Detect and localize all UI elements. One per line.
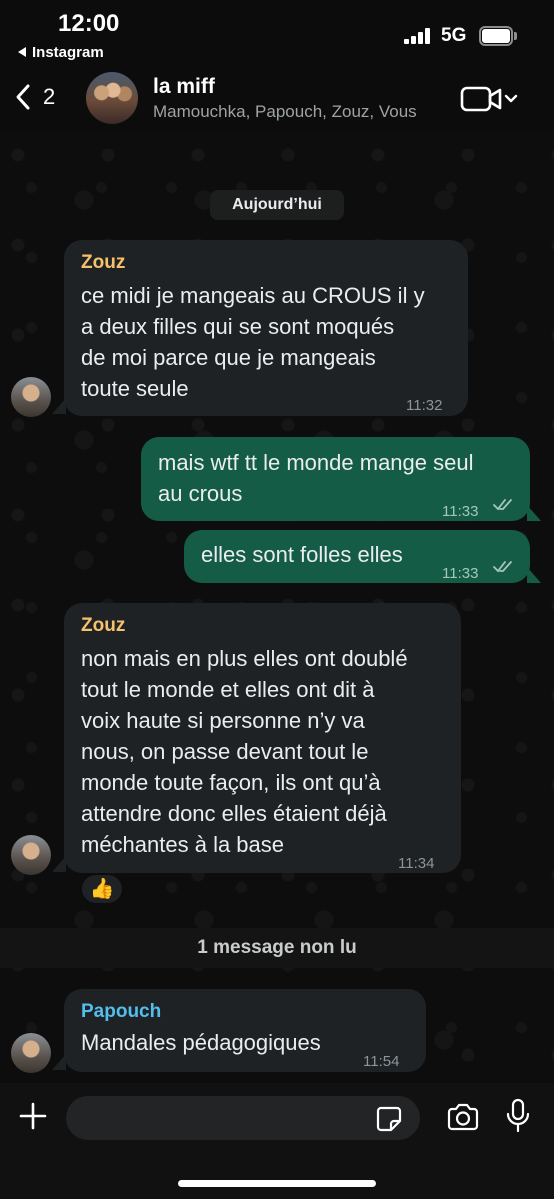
sticker-icon[interactable] [375, 1105, 403, 1133]
status-time: 12:00 [58, 10, 120, 37]
message-line: nous, on passe devant tout le [81, 739, 369, 764]
message-line: a deux filles qui se sont moqués [81, 314, 395, 339]
avatar[interactable] [11, 377, 51, 417]
message-bubble[interactable]: Papouch Mandales pédagogiques 11:54 [64, 989, 426, 1072]
message-line: voix haute si personne n’y va [81, 708, 365, 733]
group-name[interactable]: la miff [153, 75, 215, 99]
message-line: monde toute façon, ils ont qu’à [81, 770, 381, 795]
message-sender: Zouz [81, 252, 126, 273]
message-line: attendre donc elles étaient déjà [81, 801, 387, 826]
message-time: 11:54 [363, 1053, 400, 1070]
message-time: 11:34 [398, 855, 435, 872]
message-text: non mais en plus elles ont doublé tout l… [81, 643, 459, 860]
message-bubble[interactable]: Zouz non mais en plus elles ont doublé t… [64, 603, 461, 873]
group-members[interactable]: Mamouchka, Papouch, Zouz, Vous [153, 102, 417, 122]
message-line: toute seule [81, 376, 189, 401]
read-ticks-icon [493, 499, 512, 511]
avatar[interactable] [11, 835, 51, 875]
message-line: tout le monde et elles ont dit à [81, 677, 375, 702]
unread-chats-count[interactable]: 2 [43, 84, 55, 110]
chat-screen: 12:00 Instagram 5G 2 la miff Mamouchka, … [0, 0, 554, 1199]
network-label: 5G [441, 25, 467, 46]
message-text: ce midi je mangeais au CROUS il y a deux… [81, 280, 461, 404]
camera-icon[interactable] [446, 1103, 480, 1131]
message-bubble[interactable]: elles sont folles elles 11:33 [184, 530, 530, 583]
read-ticks-icon [493, 561, 512, 573]
unread-banner: 1 message non lu [0, 928, 554, 968]
chat-header: 2 la miff Mamouchka, Papouch, Zouz, Vous [0, 66, 554, 130]
status-bar: 12:00 Instagram 5G [0, 0, 554, 66]
home-indicator [178, 1180, 376, 1187]
composer-bar [0, 1083, 554, 1199]
message-sender: Papouch [81, 1001, 162, 1022]
back-to-app-link[interactable]: Instagram [18, 44, 104, 61]
microphone-icon[interactable] [505, 1098, 531, 1134]
message-line: mais wtf tt le monde mange seul [158, 450, 474, 475]
back-app-label: Instagram [32, 44, 104, 61]
message-line: non mais en plus elles ont doublé [81, 646, 408, 671]
group-avatar[interactable] [86, 72, 138, 124]
avatar[interactable] [11, 1033, 51, 1073]
reaction-badge[interactable]: 👍 [80, 873, 124, 905]
message-sender: Zouz [81, 615, 126, 636]
signal-icon [404, 28, 432, 44]
plus-icon[interactable] [18, 1101, 48, 1131]
back-triangle-icon [18, 47, 26, 58]
message-line: ce midi je mangeais au CROUS il y [81, 283, 425, 308]
message-time: 11:33 [442, 565, 479, 582]
date-separator: Aujourd’hui [210, 190, 344, 220]
message-text: elles sont folles elles [201, 542, 403, 567]
message-bubble[interactable]: Zouz ce midi je mangeais au CROUS il y a… [64, 240, 468, 416]
message-line: de moi parce que je mangeais [81, 345, 376, 370]
message-time: 11:32 [406, 397, 443, 414]
video-camera-icon[interactable] [458, 84, 520, 114]
battery-icon [479, 26, 517, 46]
message-time: 11:33 [442, 503, 479, 520]
message-input[interactable] [66, 1096, 420, 1140]
chevron-left-icon[interactable] [12, 82, 36, 112]
message-bubble[interactable]: mais wtf tt le monde mange seul au crous… [141, 437, 530, 521]
message-text: Mandales pédagogiques [81, 1030, 321, 1055]
